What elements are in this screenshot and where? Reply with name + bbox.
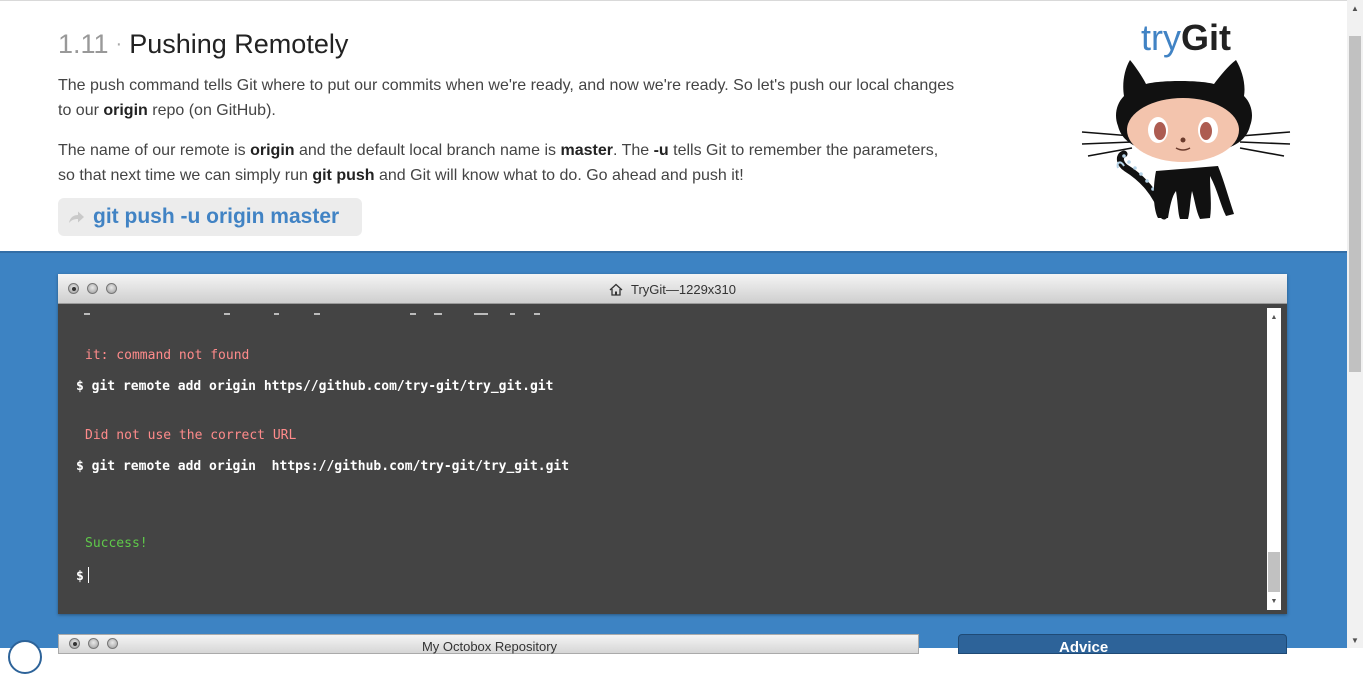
octocat-icon <box>1081 60 1291 220</box>
p2-text-1: The name of our remote is <box>58 142 251 159</box>
run-command-button[interactable]: git push -u origin master <box>58 198 362 236</box>
lesson-separator: · <box>115 33 123 55</box>
lesson-number: 1.11 <box>58 29 109 59</box>
p2-text-3: . The <box>612 142 654 159</box>
text-cursor <box>87 567 89 583</box>
p2-bold-master: master <box>560 142 613 159</box>
logo-try: try <box>1141 17 1181 58</box>
lesson-paragraph-1: The push command tells Git where to put … <box>58 73 958 123</box>
logo-git: Git <box>1181 17 1231 58</box>
terminal-scrollbar[interactable]: ▲ ▼ <box>1267 308 1281 610</box>
scroll-up-arrow-icon[interactable]: ▲ <box>1267 310 1281 324</box>
page-scroll-up-arrow-icon[interactable]: ▲ <box>1347 0 1363 16</box>
scroll-down-arrow-icon[interactable]: ▼ <box>1267 594 1281 608</box>
page-scrollbar[interactable]: ▲ ▼ <box>1347 0 1363 648</box>
prompt-symbol: $ <box>76 569 84 584</box>
lesson-paragraph-2: The name of our remote is origin and the… <box>58 138 958 188</box>
terminal-title-text: TryGit—1229x310 <box>630 281 736 297</box>
trygit-logo: tryGit <box>1080 18 1292 228</box>
command-line: $ git remote add origin https://github.c… <box>76 459 570 474</box>
terminal-output[interactable]: it: command not found $ git remote add o… <box>58 304 1267 614</box>
output-error-line: it: command not found <box>85 348 250 363</box>
corner-badge[interactable] <box>8 640 42 674</box>
p2-bold-origin: origin <box>250 142 295 159</box>
output-success-line: Success! <box>85 536 148 551</box>
lesson-heading: 1.11 · Pushing Remotely <box>58 25 958 66</box>
p2-text-2: and the default local branch name is <box>294 142 561 159</box>
command-line: $ git remote add origin https//github.co… <box>76 379 554 394</box>
page-scroll-thumb[interactable] <box>1349 36 1361 372</box>
p1-bold-origin: origin <box>103 102 148 119</box>
advice-panel: Advice <box>958 634 1287 656</box>
home-icon <box>609 283 623 296</box>
repository-window: My Octobox Repository <box>58 634 919 654</box>
top-border <box>0 0 1347 1</box>
p1-text-2: repo (on GitHub). <box>147 102 276 119</box>
lesson-content: 1.11 · Pushing Remotely The push command t… <box>58 25 958 188</box>
clipped-output-line <box>74 307 554 317</box>
lesson-title: Pushing Remotely <box>129 29 349 59</box>
terminal-titlebar: TryGit—1229x310 <box>58 274 1287 304</box>
repository-window-title: My Octobox Repository <box>421 639 558 654</box>
p2-text-5: and Git will know what to do. Go ahead a… <box>374 167 744 184</box>
share-arrow-icon <box>69 211 84 223</box>
terminal-title: TryGit—1229x310 <box>58 274 1287 304</box>
output-error-line: Did not use the correct URL <box>85 428 297 443</box>
logo-wordmark: tryGit <box>1080 18 1292 58</box>
p2-bold-u: -u <box>653 142 669 159</box>
page-scroll-down-arrow-icon[interactable]: ▼ <box>1347 632 1363 648</box>
terminal-prompt[interactable]: $ <box>76 567 89 584</box>
terminal-window: TryGit—1229x310 it: command not found $ … <box>58 274 1287 614</box>
terminal-scroll-thumb[interactable] <box>1268 552 1280 592</box>
p2-bold-git-push: git push <box>312 167 375 184</box>
command-text: git push -u origin master <box>93 205 340 228</box>
